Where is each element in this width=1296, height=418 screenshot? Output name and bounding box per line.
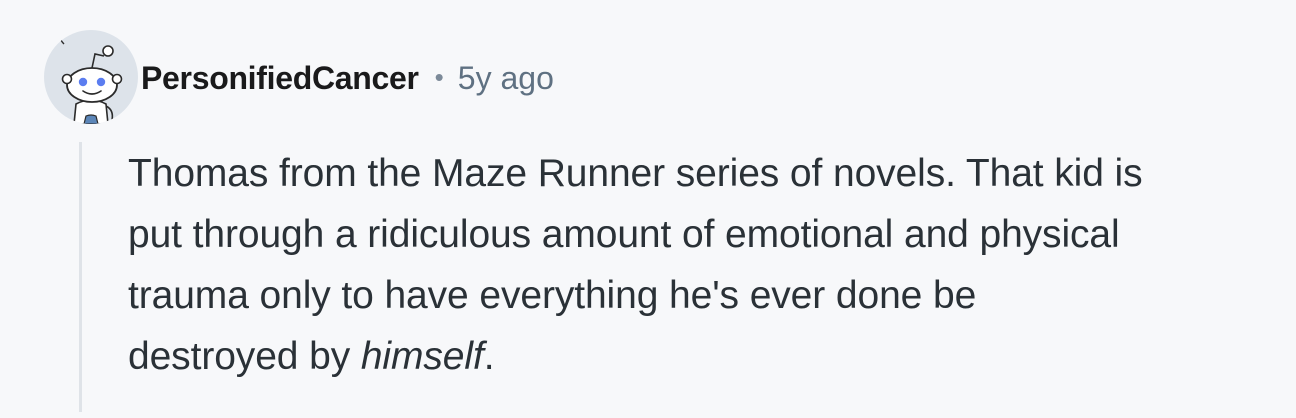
comment-card: PersonifiedCancer • 5y ago Thomas from t…: [0, 0, 1296, 418]
comment-body-punctuation: .: [483, 335, 495, 378]
meta-separator: •: [434, 61, 444, 92]
snoo-avatar-icon[interactable]: [44, 30, 138, 124]
comment-body-line: put through a ridiculous amount of emoti…: [128, 213, 1120, 256]
comment-meta: PersonifiedCancer • 5y ago: [141, 56, 554, 100]
comment-body: Thomas from the Maze Runner series of no…: [128, 143, 1278, 387]
comment-body-emphasis: himself: [360, 335, 484, 378]
comment-body-text: destroyed by: [128, 335, 361, 378]
comment-body-line: trauma only to have everything he's ever…: [128, 274, 977, 317]
comment-body-line: Thomas from the Maze Runner series of no…: [128, 152, 1143, 195]
comment-body-line-last: destroyed by himself.: [128, 326, 1278, 387]
timestamp-link[interactable]: 5y ago: [458, 60, 554, 97]
username-link[interactable]: PersonifiedCancer: [141, 60, 419, 97]
thread-collapse-line[interactable]: [79, 142, 82, 412]
